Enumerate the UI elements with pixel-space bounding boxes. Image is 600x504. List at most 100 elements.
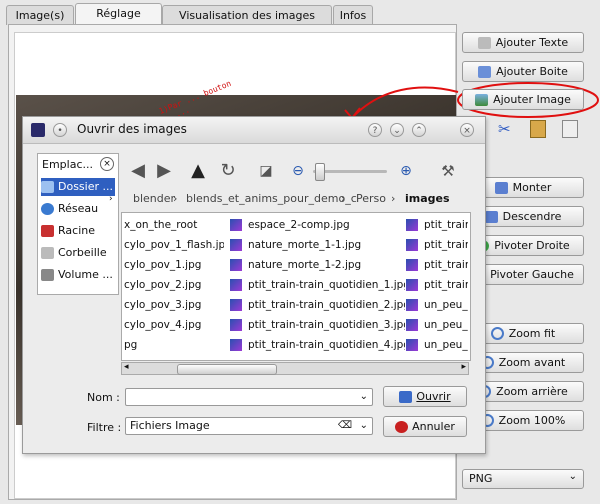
- ajouter-texte-button[interactable]: Ajouter Texte: [462, 32, 584, 53]
- jpg-file-icon: [406, 239, 418, 251]
- chevron-down-icon[interactable]: ⌄: [360, 418, 368, 434]
- up-icon: [494, 181, 508, 194]
- breadcrumb-sep: ›: [341, 192, 346, 205]
- file-item[interactable]: nature_morte_1-2.jpg: [230, 255, 405, 275]
- file-item[interactable]: cylo_pov_4.jpg: [124, 315, 224, 335]
- trash-icon: [41, 247, 54, 259]
- place-item-reseau[interactable]: Réseau: [41, 200, 115, 218]
- zoom-icon: [490, 327, 504, 340]
- annuler-button[interactable]: Annuler: [383, 416, 467, 437]
- jpg-file-icon: [230, 219, 242, 231]
- file-item[interactable]: cylo_pov_2.jpg: [124, 275, 224, 295]
- place-item-dossier[interactable]: Dossier ...: [41, 178, 115, 196]
- horizontal-scrollbar[interactable]: ◂ ▸: [121, 362, 469, 375]
- chevron-down-icon[interactable]: ⌄: [360, 389, 368, 405]
- root-folder-icon: [41, 225, 54, 237]
- file-item[interactable]: un_peu_c: [406, 315, 468, 335]
- tab-reglage[interactable]: Réglage: [75, 3, 162, 25]
- jpg-file-icon: [406, 299, 418, 311]
- tab-infos[interactable]: Infos: [333, 5, 373, 25]
- file-item[interactable]: ptit_train-train_quotidien_2.jpg: [230, 295, 405, 315]
- zoom-out-small-icon[interactable]: ⊖: [287, 160, 309, 182]
- scissors-icon[interactable]: ✂: [498, 120, 511, 138]
- paste-icon[interactable]: [530, 120, 546, 138]
- open-images-dialog: • Ouvrir des images ? ⌄ ⌃ × Emplac... × …: [22, 116, 486, 454]
- help-icon[interactable]: ?: [368, 123, 382, 137]
- jpg-file-icon: [406, 219, 418, 231]
- filtre-combo[interactable]: Fichiers Image ⌫ ⌄: [125, 417, 373, 435]
- clear-icon[interactable]: ⌫: [338, 418, 352, 434]
- file-item[interactable]: ptit_train: [406, 215, 468, 235]
- zoom-slider-handle[interactable]: [315, 163, 325, 181]
- ajouter-image-button[interactable]: Ajouter Image: [462, 89, 584, 110]
- breadcrumb-images[interactable]: images: [405, 192, 450, 206]
- text-icon: [477, 36, 491, 49]
- file-item[interactable]: un_peu_c: [406, 295, 468, 315]
- place-item-volume[interactable]: Volume ...: [41, 266, 115, 284]
- dialog-title: Ouvrir des images: [77, 122, 187, 136]
- jpg-file-icon: [230, 339, 242, 351]
- close-icon[interactable]: ×: [460, 123, 474, 137]
- jpg-file-icon: [406, 339, 418, 351]
- settings-wrench-icon[interactable]: ⚒: [437, 160, 459, 182]
- forward-arrow-icon[interactable]: ▶: [153, 160, 175, 182]
- places-panel: Emplac... × Dossier ... Réseau Racine Co…: [37, 153, 119, 295]
- breadcrumb-blends[interactable]: blends_et_anims_pour_demo_c: [186, 192, 357, 206]
- file-item[interactable]: un_peu_c: [406, 335, 468, 355]
- parent-folder-icon[interactable]: ▲: [187, 160, 209, 182]
- tab-image-source[interactable]: Image(s) source: [6, 5, 74, 41]
- edit-toolbar: ✂: [492, 118, 582, 140]
- file-item[interactable]: cylo_pov_1.jpg: [124, 255, 224, 275]
- close-places-icon[interactable]: ×: [100, 157, 114, 171]
- maximize-icon[interactable]: ⌃: [412, 123, 426, 137]
- back-arrow-icon[interactable]: ◀: [127, 160, 149, 182]
- file-item[interactable]: pg: [124, 335, 224, 355]
- scrollbar-thumb[interactable]: [177, 364, 277, 375]
- minimize-icon[interactable]: ⌄: [390, 123, 404, 137]
- jpg-file-icon: [230, 319, 242, 331]
- image-icon: [475, 93, 489, 106]
- open-icon: [399, 390, 413, 403]
- file-item[interactable]: ptit_train-train_quotidien_4.jpg: [230, 335, 405, 355]
- breadcrumb-perso[interactable]: Perso: [356, 192, 386, 206]
- dialog-titlebar[interactable]: • Ouvrir des images ? ⌄ ⌃ ×: [23, 117, 485, 144]
- preview-toggle-icon[interactable]: ◪: [255, 160, 277, 182]
- file-item[interactable]: ptit_train: [406, 255, 468, 275]
- file-item[interactable]: cylo_pov_3.jpg: [124, 295, 224, 315]
- file-item[interactable]: ptit_train-train_quotidien_1.jpg: [230, 275, 405, 295]
- jpg-file-icon: [230, 279, 242, 291]
- reload-icon[interactable]: ↻: [217, 160, 239, 182]
- home-folder-icon: [41, 181, 54, 193]
- place-item-racine[interactable]: Racine: [41, 222, 115, 240]
- nom-input[interactable]: ⌄: [125, 388, 373, 406]
- filtre-label: Filtre :: [87, 421, 122, 434]
- down-icon: [484, 210, 498, 223]
- breadcrumb-sep: ›: [391, 192, 396, 205]
- place-item-corbeille[interactable]: Corbeille: [41, 244, 115, 262]
- scroll-left-icon[interactable]: ◂: [124, 362, 129, 372]
- file-item[interactable]: ptit_train: [406, 235, 468, 255]
- file-item[interactable]: ptit_train-train_quotidien_3.jpg: [230, 315, 405, 335]
- chevron-down-icon: ⌄: [568, 471, 577, 482]
- pin-icon[interactable]: •: [53, 123, 67, 137]
- format-select[interactable]: PNG ⌄: [462, 469, 584, 489]
- ouvrir-button[interactable]: Ouvrir: [383, 386, 467, 407]
- scroll-right-icon[interactable]: ▸: [461, 362, 466, 372]
- breadcrumb-sep: ›: [173, 192, 178, 205]
- file-list: x_on_the_root cylo_pov_1_flash.jpg cylo_…: [121, 212, 471, 361]
- places-header: Emplac...: [42, 158, 93, 171]
- file-item[interactable]: x_on_the_root: [124, 215, 224, 235]
- cancel-icon: [395, 420, 409, 433]
- file-item[interactable]: nature_morte_1-1.jpg: [230, 235, 405, 255]
- file-item[interactable]: ptit_train: [406, 275, 468, 295]
- ajouter-boite-button[interactable]: Ajouter Boite: [462, 61, 584, 82]
- tab-visualisation[interactable]: Visualisation des images créées: [162, 5, 332, 41]
- breadcrumb-blender[interactable]: blender: [133, 192, 175, 206]
- copy-icon[interactable]: [562, 120, 578, 138]
- file-item[interactable]: cylo_pov_1_flash.jpg: [124, 235, 224, 255]
- drive-icon: [41, 269, 54, 281]
- network-icon: [41, 203, 54, 215]
- jpg-file-icon: [230, 299, 242, 311]
- zoom-in-small-icon[interactable]: ⊕: [395, 160, 417, 182]
- file-item[interactable]: espace_2-comp.jpg: [230, 215, 405, 235]
